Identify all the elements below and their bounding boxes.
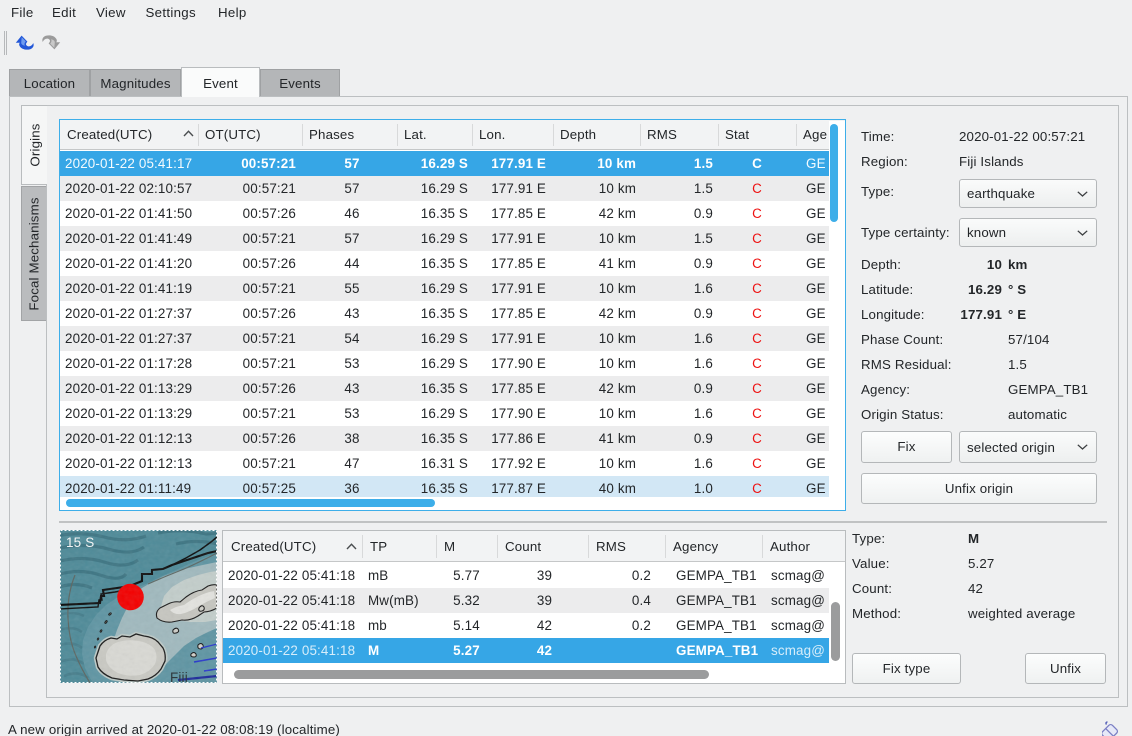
svg-text:15 S: 15 S: [66, 535, 94, 550]
svg-text:Fiji: Fiji: [170, 670, 188, 683]
